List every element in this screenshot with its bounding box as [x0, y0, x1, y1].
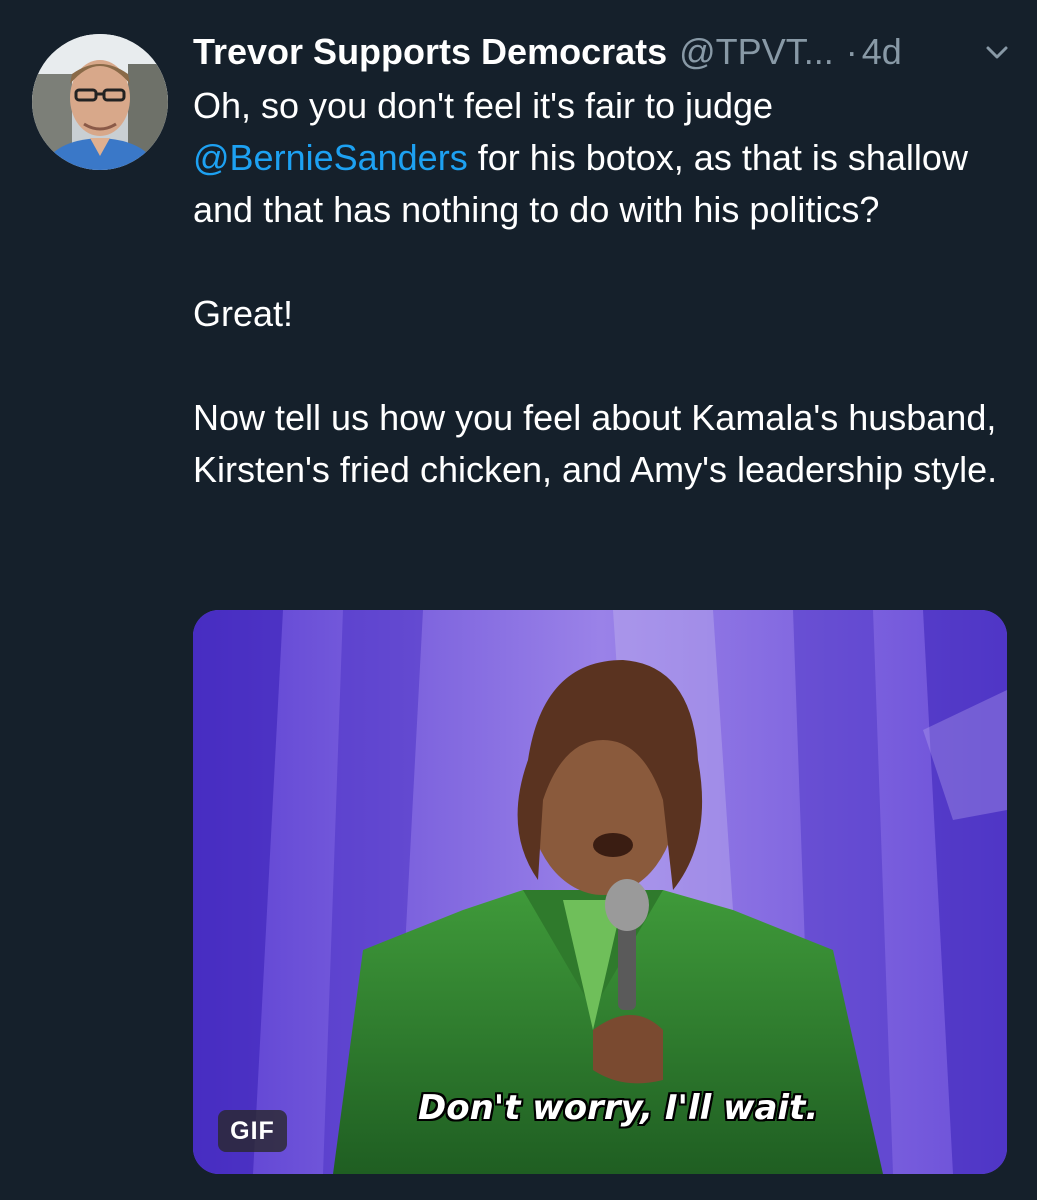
tweet-text-segment: Oh, so you don't feel it's fair to judge [193, 85, 774, 126]
avatar[interactable] [32, 34, 168, 170]
tweet-paragraph-1: Oh, so you don't feel it's fair to judge… [193, 80, 1013, 236]
separator-dot: · [845, 31, 858, 72]
user-handle[interactable]: @TPVT... [679, 31, 834, 73]
chevron-down-icon[interactable] [983, 38, 1011, 66]
tweet-paragraph-3: Now tell us how you feel about Kamala's … [193, 397, 998, 490]
tweet[interactable]: Trevor Supports Democrats @TPVT... · 4d … [0, 0, 1037, 1200]
display-name[interactable]: Trevor Supports Democrats [193, 31, 667, 73]
mention-link[interactable]: @BernieSanders [193, 137, 468, 178]
timestamp[interactable]: 4d [862, 31, 902, 73]
gif-media[interactable]: GIF Don't worry, I'll wait. [193, 610, 1007, 1174]
gif-caption: Don't worry, I'll wait. [418, 1088, 819, 1128]
tweet-header: Trevor Supports Democrats @TPVT... · 4d [193, 26, 1023, 78]
avatar-photo [32, 34, 168, 170]
tweet-paragraph-2: Great! [193, 293, 294, 334]
gif-badge: GIF [218, 1110, 287, 1152]
tweet-text: Oh, so you don't feel it's fair to judge… [193, 80, 1013, 496]
